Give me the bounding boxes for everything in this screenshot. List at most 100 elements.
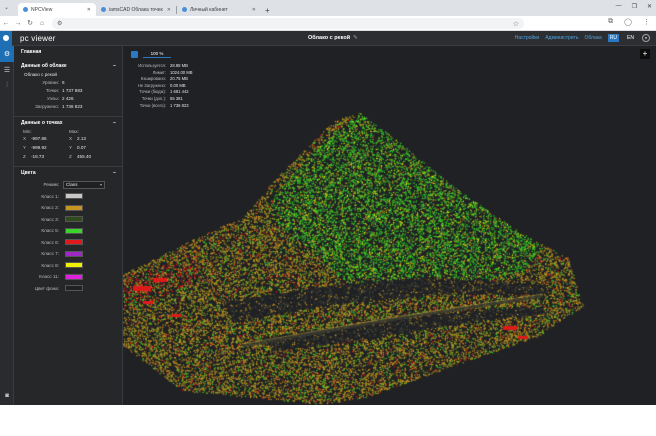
max-value: 0.07 xyxy=(77,145,86,150)
lang-en-button[interactable]: EN xyxy=(625,34,636,42)
class-color-row: Класс 7: xyxy=(21,248,116,260)
axis-label: X xyxy=(69,136,73,141)
stat-value: 0.00 MB xyxy=(170,82,186,88)
row-label: Точки: xyxy=(45,88,59,93)
back-arrow-icon[interactable]: ← xyxy=(0,20,12,27)
axis-label: Y xyxy=(23,145,27,150)
tab-title: iamsCAD Облака точек xyxy=(109,6,163,13)
site-favicon-icon xyxy=(23,7,28,12)
collapse-icon[interactable]: − xyxy=(113,170,116,176)
row-label: Загружено: xyxy=(35,104,59,109)
menu-dots-icon[interactable]: ⋮ xyxy=(643,18,650,26)
nav-link-clouds[interactable]: Облака xyxy=(585,35,602,41)
color-swatch[interactable] xyxy=(65,262,83,269)
user-avatar-icon[interactable]: ● xyxy=(642,34,650,42)
point-cloud-canvas[interactable] xyxy=(123,46,656,405)
color-swatch[interactable] xyxy=(65,273,83,280)
class-color-row: Цвет фона: xyxy=(21,283,116,295)
cloud-name: Облако с рекой xyxy=(24,72,57,77)
mode-label: Режим: xyxy=(43,182,59,188)
rail-sliders-icon[interactable]: ⫶ xyxy=(0,78,14,94)
tab-search-icon[interactable]: ⌄ xyxy=(4,4,9,11)
cloud-info-row: Узлы: 2 426 xyxy=(21,95,116,103)
color-mode-select[interactable]: Class ▾ xyxy=(63,180,105,189)
class-color-row: Класс 1: xyxy=(21,191,116,203)
class-color-row: Класс 3: xyxy=(21,214,116,226)
color-swatch[interactable] xyxy=(65,239,83,246)
browser-tab-1[interactable]: NPCView ✕ xyxy=(18,3,96,16)
side-panel: Главная Данные об облаке − Облако с рекой… xyxy=(14,46,123,405)
edit-pencil-icon[interactable]: ✎ xyxy=(353,35,358,41)
class-label: Класс 1: xyxy=(41,193,59,199)
main-section: Главная xyxy=(14,46,122,60)
stat-row: Точки (доп.): 55 381 xyxy=(129,96,193,103)
points-section-title: Данные о точках xyxy=(21,120,63,126)
address-bar[interactable]: ⚙ ☆ xyxy=(52,18,524,29)
camera-icon[interactable]: ◙ xyxy=(0,393,14,399)
header-nav: Настройки Администрить Облака RU EN ● xyxy=(515,34,650,42)
point-cloud-viewport[interactable]: 100 % Используется: 28.88 MB Лимит: 1024.00… xyxy=(123,46,656,405)
add-button[interactable]: + xyxy=(640,49,650,59)
new-tab-button[interactable]: + xyxy=(265,6,270,15)
nav-link-settings[interactable]: Настройки xyxy=(515,35,540,41)
profile-icon[interactable]: ◯ xyxy=(624,18,632,26)
row-value: 2 426 xyxy=(62,96,74,101)
rail-layers-icon[interactable]: ⚙ xyxy=(0,46,14,62)
app-header: pc viewer Облако с рекой ✎ Настройки Адми… xyxy=(0,31,656,46)
close-tab-icon[interactable]: ✕ xyxy=(167,7,171,13)
color-swatch[interactable] xyxy=(65,193,83,200)
window-controls: — ❐ ✕ xyxy=(616,3,652,10)
logo-icon xyxy=(0,31,12,46)
stats-toggle-button[interactable] xyxy=(131,51,138,58)
cloud-title: Облако с рекой ✎ xyxy=(308,35,358,41)
stat-value: 1024.00 MB xyxy=(170,69,193,75)
class-label: Цвет фона: xyxy=(34,285,59,291)
stat-row: Лимит: 1024.00 MB xyxy=(129,70,193,77)
stat-label: Точки (бюдж): xyxy=(139,89,166,95)
minimize-icon[interactable]: — xyxy=(616,3,622,10)
max-value: 2.13 xyxy=(77,136,86,141)
close-window-icon[interactable]: ✕ xyxy=(647,3,652,10)
extensions-icon[interactable]: ⧉ xyxy=(608,18,613,26)
close-tab-icon[interactable]: ✕ xyxy=(87,7,91,13)
browser-toolbar: ← → ↻ ⌂ ⚙ ☆ ⧉ ◯ ⋮ xyxy=(0,16,656,31)
forward-arrow-icon[interactable]: → xyxy=(12,20,24,27)
stat-row: Кэшировано: 20.75 MB xyxy=(129,76,193,83)
collapse-icon[interactable]: − xyxy=(113,120,116,126)
cloud-info-row: Уровни: 6 xyxy=(21,79,116,87)
cloud-title-text: Облако с рекой xyxy=(308,35,351,41)
close-tab-icon[interactable]: ✕ xyxy=(252,7,256,13)
home-icon[interactable]: ⌂ xyxy=(36,20,48,27)
points-info-section: Данные о точках − Min: Max: X -997.86 X 2.13… xyxy=(14,117,122,167)
color-swatch[interactable] xyxy=(65,250,83,257)
site-info-icon[interactable]: ⚙ xyxy=(57,20,62,27)
color-swatch[interactable] xyxy=(65,216,83,223)
rail-list-icon[interactable]: ☰ xyxy=(0,62,14,78)
min-value: -997.86 xyxy=(31,136,47,141)
class-label: Класс 5: xyxy=(41,228,59,234)
color-swatch[interactable] xyxy=(65,227,83,234)
collapse-icon[interactable]: − xyxy=(113,63,116,69)
nav-link-admin[interactable]: Администрить xyxy=(545,35,578,41)
maximize-icon[interactable]: ❐ xyxy=(632,3,637,10)
site-favicon-icon xyxy=(182,7,187,12)
site-favicon-icon xyxy=(101,7,106,12)
browser-tab-2[interactable]: iamsCAD Облака точек ✕ xyxy=(96,3,176,16)
memory-stats: Используется: 28.88 MB Лимит: 1024.00 MB Кэш… xyxy=(129,63,193,109)
stat-label: Лимит: xyxy=(152,69,166,75)
stat-label: Используется: xyxy=(138,63,166,68)
color-swatch[interactable] xyxy=(65,204,83,211)
lang-ru-button[interactable]: RU xyxy=(607,34,620,42)
min-max-row: Y -999.92 Y 0.07 xyxy=(23,143,116,152)
color-swatch[interactable] xyxy=(65,285,83,292)
reload-icon[interactable]: ↻ xyxy=(24,19,36,27)
browser-tab-3[interactable]: Личный кабинет ✕ xyxy=(177,3,261,16)
bookmark-star-icon[interactable]: ☆ xyxy=(513,20,519,28)
mode-value: Class xyxy=(66,182,78,188)
stat-row: Используется: 28.88 MB xyxy=(129,63,193,70)
stat-value: 55 381 xyxy=(170,95,183,101)
stat-value: 28.88 MB xyxy=(170,63,188,68)
stat-row: Не Загружено: 0.00 MB xyxy=(129,83,193,90)
tab-title: Личный кабинет xyxy=(190,6,228,13)
main-title: Главная xyxy=(21,49,42,55)
